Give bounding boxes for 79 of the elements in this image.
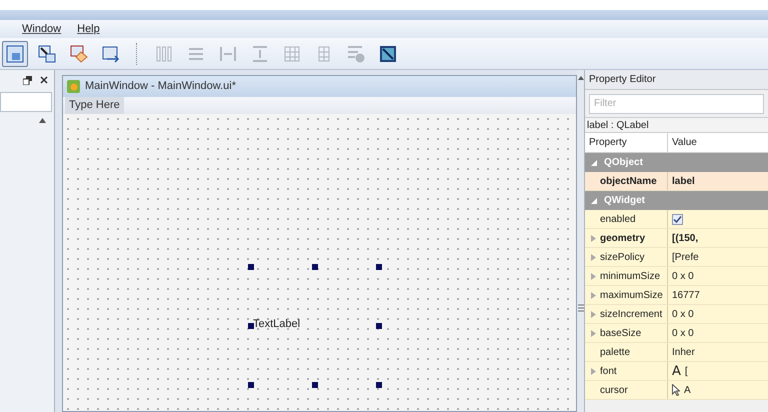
filter-field[interactable]: Filter [589,94,764,114]
window-arrow-icon [37,44,57,64]
property-value: [(150, [672,232,698,246]
property-row[interactable]: enabled [585,210,768,229]
toolbar-grip [136,42,139,64]
selection-handle[interactable] [376,264,382,270]
splitter-grip-icon [578,304,584,312]
scroll-up-icon[interactable] [578,76,584,80]
app-icon [67,80,80,93]
group-name: QObject [604,156,643,170]
property-row[interactable]: sizeIncrement 0 x 0 [585,305,768,324]
property-name: baseSize [600,326,642,340]
collapse-arrow-icon[interactable] [591,160,597,166]
property-name: cursor [600,384,628,398]
float-icon[interactable] [23,76,32,84]
property-name: objectName [600,174,657,188]
close-icon[interactable] [40,76,48,84]
selection-handle[interactable] [312,382,318,388]
property-value: A [684,384,691,398]
selection-handle[interactable] [376,382,382,388]
property-value: 16777 [672,288,700,302]
property-value: label [672,174,695,188]
property-value: 0 x 0 [672,308,694,322]
selection-handle[interactable] [248,264,254,270]
group-name: QWidget [604,194,646,208]
window-arrow-icon [101,44,121,64]
cursor-arrow-icon [672,384,680,396]
selection-handle[interactable] [312,264,318,270]
property-row[interactable]: cursor A [585,381,768,400]
property-name: maximumSize [600,288,663,302]
vertical-bars-icon [154,44,174,64]
window-icon [5,44,25,64]
property-name: font [600,364,617,378]
window-title: MainWindow - MainWindow.ui* [85,79,236,94]
expand-arrow-icon[interactable] [591,254,596,260]
window-diamond-icon [69,44,89,64]
property-row[interactable]: baseSize 0 x 0 [585,324,768,343]
property-row[interactable]: palette Inher [585,343,768,362]
property-row[interactable]: maximumSize 16777 [585,286,768,305]
property-row[interactable]: minimumSize 0 x 0 [585,267,768,286]
collapse-arrow-icon[interactable] [591,198,597,204]
scroll-up-icon[interactable] [39,118,46,123]
property-row[interactable]: objectName label [585,172,768,191]
filter-field[interactable] [0,92,52,112]
property-name: geometry [600,232,646,246]
property-name: sizeIncrement [600,308,662,322]
selection-handle[interactable] [248,323,254,329]
object-label: label : QLabel [585,118,768,133]
property-value: Inher [672,346,695,360]
menu-placeholder[interactable]: Type Here [65,97,124,114]
property-value: [ [684,364,688,378]
selection-handle[interactable] [248,382,254,388]
menu-item[interactable]: Window [22,20,62,38]
text-label[interactable]: TextLabel [251,319,300,330]
expand-arrow-icon[interactable] [591,330,596,336]
property-row[interactable]: sizePolicy [Prefe [585,248,768,267]
expand-arrow-icon[interactable] [591,234,596,242]
expand-arrow-icon[interactable] [591,368,596,374]
menu-item[interactable]: Help [77,20,100,38]
property-name: minimumSize [600,270,660,284]
panel-title: Property Editor [589,73,656,87]
property-name: sizePolicy [600,250,644,264]
font-preview: A [672,364,681,378]
property-value: 0 x 0 [672,270,694,284]
property-row[interactable]: font A [ [585,362,768,381]
column-header[interactable]: Value [668,133,768,152]
form-circle-icon [346,44,366,64]
property-value: 0 x 0 [672,326,694,340]
checkbox[interactable] [672,214,683,224]
selection-handle[interactable] [376,323,382,329]
property-name: enabled [600,212,636,226]
property-row[interactable]: geometry [(150, [585,229,768,248]
grid-icon [282,44,302,64]
property-name: palette [600,346,630,360]
expand-arrow-icon[interactable] [591,272,596,280]
column-header[interactable]: Property [585,133,668,152]
expand-arrow-icon[interactable] [591,292,596,298]
expand-arrow-icon[interactable] [591,310,596,318]
property-value: [Prefe [672,250,699,264]
